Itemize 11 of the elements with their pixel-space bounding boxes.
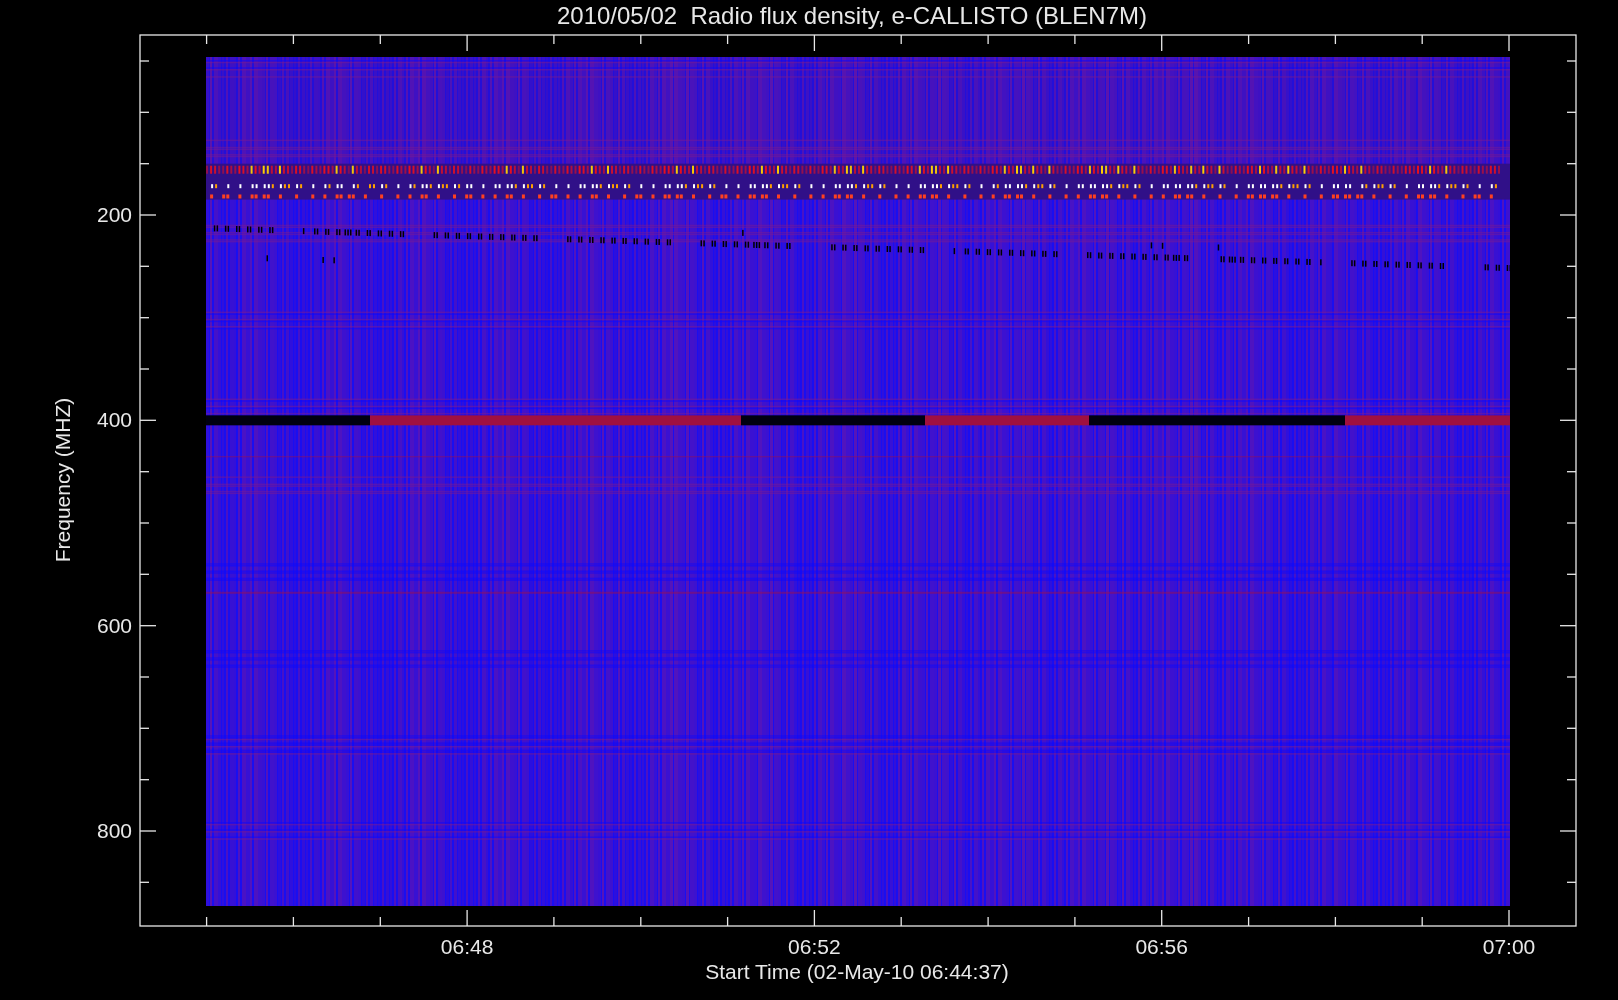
x-tick-label: 06:52 xyxy=(788,935,841,958)
x-tick-label: 07:00 xyxy=(1482,935,1536,958)
y-tick-label: 400 xyxy=(96,408,132,432)
y-tick-label: 800 xyxy=(96,819,132,842)
y-tick-label: 200 xyxy=(96,203,132,226)
y-tick-label: 600 xyxy=(96,613,132,637)
x-tick-label: 06:48 xyxy=(440,935,494,958)
y-axis-label: Frequency (MHZ) xyxy=(51,397,74,563)
x-axis-label: Start Time (02-May-10 06:44:37) xyxy=(705,960,1009,983)
chart-title: 2010/05/02 Radio flux density, e-CALLISTO (BLEN7M) xyxy=(556,2,1148,29)
x-tick-label: 06:56 xyxy=(1135,935,1188,958)
